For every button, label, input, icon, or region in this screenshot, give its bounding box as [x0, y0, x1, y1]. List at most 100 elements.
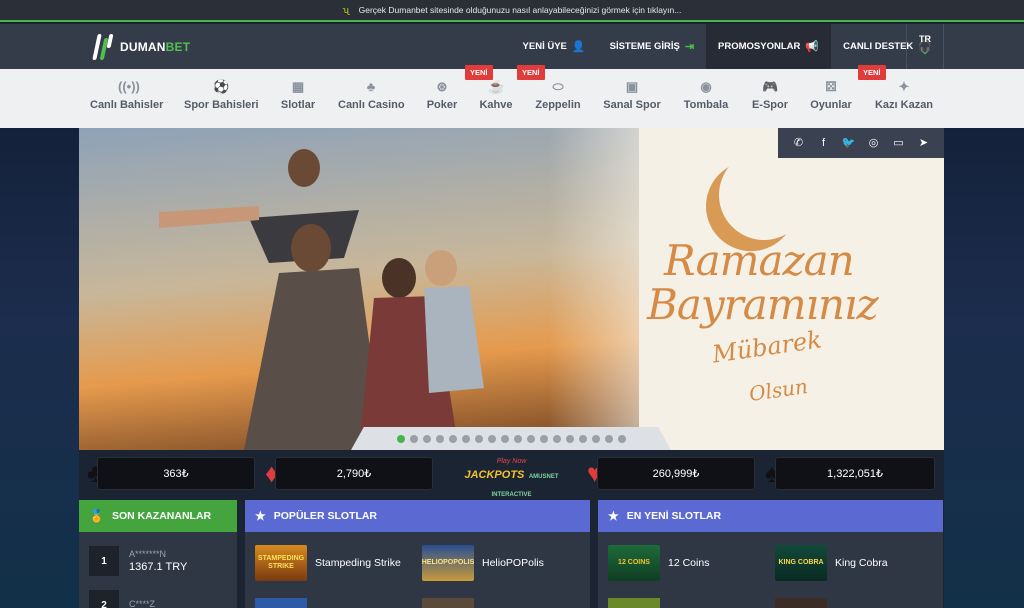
slider-dot[interactable] [513, 434, 522, 443]
popular-slots-panel: ★ POPÜLER SLOTLAR STAMPEDING STRIKE Stam… [245, 500, 590, 608]
telegram-icon[interactable]: ➤ [917, 136, 931, 150]
tv-icon[interactable]: ▭ [892, 136, 906, 150]
nav-esports[interactable]: 🎮 E-Spor [751, 69, 789, 128]
nav-zeppelin[interactable]: YENİ ⬭ Zeppelin [517, 65, 581, 128]
broadcast-icon: ((•)) [118, 79, 140, 94]
user-icon: 👤 [571, 41, 586, 53]
nav-live-casino[interactable]: ♣ Canlı Casino [338, 69, 405, 128]
logo[interactable]: DUMANBET [92, 32, 190, 62]
slider-dot[interactable] [604, 434, 613, 443]
recent-winners-panel: 🏅 SON KAZANANLAR 1 A*******N 1367.1 TRY 2… [79, 500, 237, 608]
slider-dot[interactable] [396, 434, 405, 443]
game-king-cobra[interactable]: KING COBRA King Cobra [775, 545, 888, 581]
background-left [0, 128, 79, 608]
slider-dot[interactable] [474, 434, 483, 443]
slider-dot[interactable] [565, 434, 574, 443]
slider-dot[interactable] [409, 434, 418, 443]
jackpots-logo[interactable]: Play Now JACKPOTS AMUSNET INTERACTIVE [449, 458, 574, 498]
promotions-button[interactable]: PROMOSYONLAR 📢 [706, 24, 832, 69]
jackpot-row: ♣ 363₺ ♦ 2,790₺ Play Now JACKPOTS AMUSNE… [79, 456, 944, 498]
game-thumbnail[interactable] [255, 598, 307, 608]
facebook-icon[interactable]: f [817, 136, 831, 150]
header: DUMANBET YENİ ÜYE 👤 SİSTEME GİRİŞ ⇥ PROMOS… [0, 24, 1024, 69]
game-thumbnail: 12 COINS [608, 545, 660, 581]
slider-dot[interactable] [448, 434, 457, 443]
instagram-icon[interactable]: ◎ [867, 136, 881, 150]
slider-dot[interactable] [422, 434, 431, 443]
chevron-down-icon: ⌄ [921, 46, 929, 56]
nav-kahve[interactable]: YENİ ☕ Kahve [465, 65, 513, 128]
coffee-icon: ☕ [488, 79, 505, 94]
game-thumbnail: HELIOPOPOLIS [422, 545, 474, 581]
star-icon: ★ [608, 509, 619, 523]
logo-text: DUMANBET [120, 40, 191, 54]
nav-slots[interactable]: ▦ Slotlar [280, 69, 316, 128]
new-badge: YENİ [465, 65, 493, 80]
gamepad-icon: 🎮 [762, 79, 779, 94]
slider-pagination [351, 427, 671, 450]
slider-dot[interactable] [578, 434, 587, 443]
slider-dot[interactable] [617, 434, 626, 443]
social-bar: ✆ f 🐦 ◎ ▭ ➤ [778, 128, 944, 158]
game-thumbnail[interactable] [775, 598, 827, 608]
slider-dot[interactable] [435, 434, 444, 443]
new-badge: YENİ [517, 65, 545, 80]
winner-row: 1 A*******N 1367.1 TRY [89, 544, 187, 578]
game-stampeding-strike[interactable]: STAMPEDING STRIKE Stampeding Strike [255, 545, 401, 581]
newest-slots-header: ★ EN YENİ SLOTLAR [598, 500, 943, 532]
whatsapp-icon[interactable]: ✆ [792, 136, 806, 150]
slider-dot[interactable] [487, 434, 496, 443]
megaphone-icon: 📢 [805, 41, 820, 53]
game-thumbnail: KING COBRA [775, 545, 827, 581]
winner-row: 2 C****Z [89, 588, 155, 608]
game-thumbnail[interactable] [608, 598, 660, 608]
star-icon: ★ [255, 509, 266, 523]
jackpot-spades: 1,322,051₺ [775, 457, 935, 490]
banner-heading-2: Bayramınız [647, 280, 879, 329]
login-icon: ⇥ [684, 41, 695, 53]
game-heliopopolis[interactable]: HELIOPOPOLIS HelioPOPolis [422, 545, 544, 581]
newest-slots-panel: ★ EN YENİ SLOTLAR 12 COINS 12 Coins KING… [598, 500, 943, 608]
banner-heading-1: Ramazan [664, 236, 855, 285]
nav-games[interactable]: ⚄ Oyunlar [810, 69, 852, 128]
nav-virtual-sports[interactable]: ▣ Sanal Spor [603, 69, 661, 128]
game-thumbnail[interactable] [422, 598, 474, 608]
jackpot-diamonds: 2,790₺ [275, 457, 433, 490]
slot-machine-icon: ▦ [291, 79, 305, 94]
nav-live-bets[interactable]: ((•)) Canlı Bahisler [90, 69, 163, 128]
new-badge: YENİ [858, 65, 886, 80]
dice-icon: ⚄ [825, 79, 837, 94]
category-nav: ((•)) Canlı Bahisler ⚽ Spor Bahisleri ▦ Slo… [0, 65, 1024, 128]
jackpot-clubs: 363₺ [97, 457, 255, 490]
family-silhouette [159, 149, 484, 450]
slider-dot[interactable] [539, 434, 548, 443]
notice-bar[interactable]: ʯ Gerçek Dumanbet sitesinde olduğunuzu n… [0, 0, 1024, 22]
register-button[interactable]: YENİ ÜYE 👤 [511, 24, 598, 69]
tombala-icon: ◉ [700, 79, 712, 94]
scratch-icon: ✦ [898, 79, 910, 94]
slider-dot[interactable] [461, 434, 470, 443]
football-icon: ⚽ [213, 79, 230, 94]
logo-mark-icon [92, 32, 114, 62]
notice-text[interactable]: Gerçek Dumanbet sitesinde olduğunuzu nas… [359, 5, 682, 15]
nav-tombala[interactable]: ◉ Tombala [683, 69, 729, 128]
slider-dot[interactable] [552, 434, 561, 443]
slider-dot[interactable] [500, 434, 509, 443]
medal-icon: 🏅 [89, 509, 104, 523]
slider-dot[interactable] [526, 434, 535, 443]
background-right [944, 128, 1024, 608]
twitter-icon[interactable]: 🐦 [842, 136, 856, 150]
nav-poker[interactable]: ⊛ Poker [426, 69, 458, 128]
nav-scratch[interactable]: YENİ ✦ Kazı Kazan [858, 65, 934, 128]
poker-chip-icon: ⊛ [436, 79, 448, 94]
brand-mini-icon: ʯ [342, 5, 349, 15]
recent-winners-header: 🏅 SON KAZANANLAR [79, 500, 237, 532]
slider-dot[interactable] [591, 434, 600, 443]
game-12-coins[interactable]: 12 COINS 12 Coins [608, 545, 709, 581]
casino-icon: ♣ [366, 79, 376, 94]
language-selector[interactable]: TR ⌄ [906, 24, 944, 69]
nav-sports-bets[interactable]: ⚽ Spor Bahisleri [184, 69, 259, 128]
login-button[interactable]: SİSTEME GİRİŞ ⇥ [598, 24, 706, 69]
header-nav: YENİ ÜYE 👤 SİSTEME GİRİŞ ⇥ PROMOSYONLAR 📢 C… [511, 24, 944, 69]
hero-banner[interactable]: Ramazan Bayramınız Mübarek Olsun [79, 128, 944, 450]
